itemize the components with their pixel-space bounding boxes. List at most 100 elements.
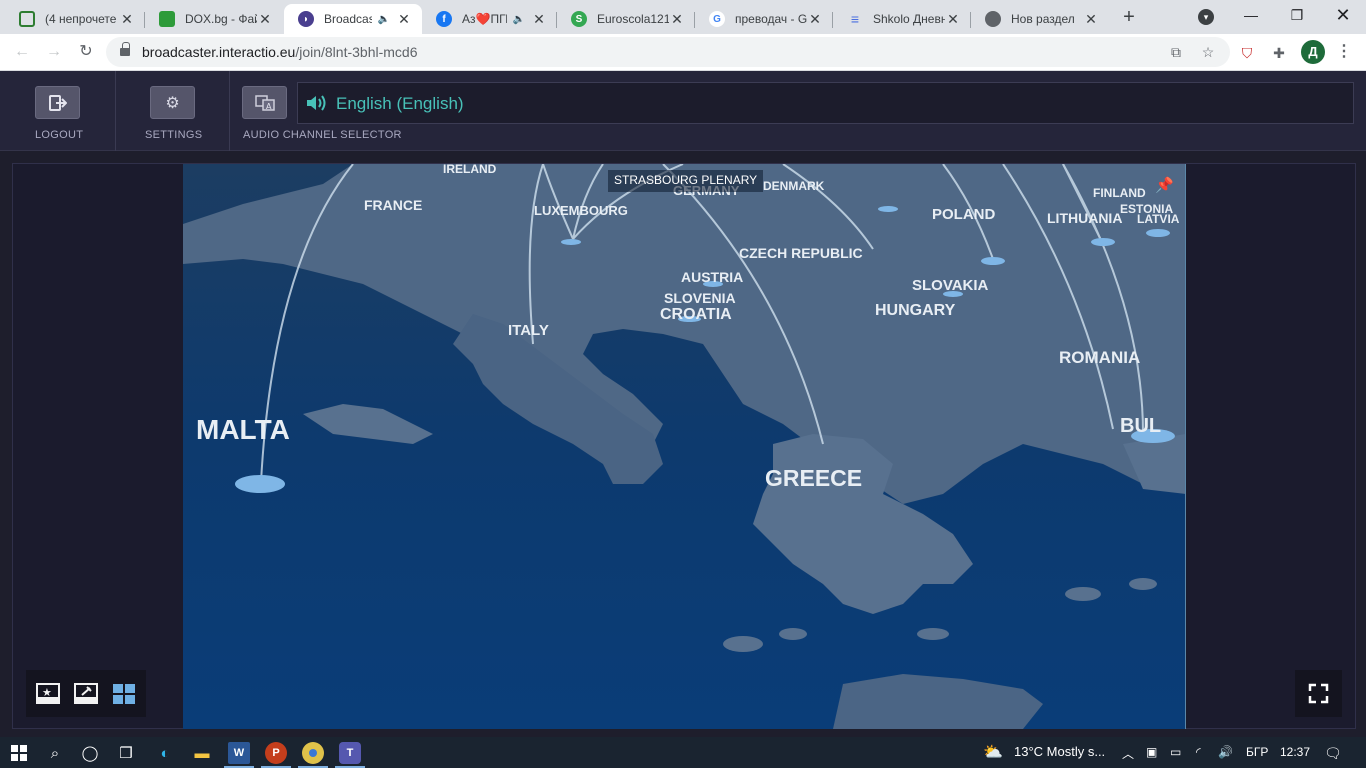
back-button[interactable]: ← [12,42,32,62]
new-tab-button[interactable]: + [1118,7,1140,29]
settings-label: SETTINGS [145,129,203,141]
map-label: FINLAND [1093,186,1146,200]
address-bar[interactable]: broadcaster.interactio.eu/join/8lnt-3bhl… [106,37,1230,67]
url-path: /join/8lnt-3bhl-mcd6 [295,44,418,60]
s-icon: S [571,11,587,27]
tab-title: Нов раздел [1011,12,1075,26]
video-stage: IRELAND FRANCE LUXEMBOURG GERMANY DENMAR… [12,163,1356,729]
map-label: CROATIA [660,306,732,323]
shkolo-icon: ≡ [850,11,860,27]
restore-button[interactable]: ❐ [1274,4,1320,28]
settings-control: ⚙ SETTINGS [116,71,230,151]
lock-icon[interactable] [120,42,130,57]
browser-tab-strip: (4 непрочете ✕ DOX.bg - Фай ✕ ◗ Broadcas… [0,0,1366,34]
input-language[interactable]: БГР [1246,745,1268,759]
channel-dropdown[interactable]: English (English) [297,82,1354,124]
close-window-button[interactable]: ✕ [1320,4,1366,28]
notifications-icon[interactable]: 🗨 [1324,745,1342,762]
browser-tab[interactable]: Нов раздел ✕ [971,4,1109,34]
weather-icon: ⛅ [983,744,1003,761]
svg-text:A: A [266,102,272,111]
tab-title: Broadcast [324,12,372,26]
powerpoint-icon[interactable]: P [265,742,287,764]
star-frame-icon: ★ [36,683,60,704]
close-icon[interactable]: ✕ [807,11,823,28]
word-icon[interactable]: W [228,742,250,764]
map-label: SLOVAKIA [912,277,989,294]
browser-menu-icon[interactable]: ⋮ [1336,42,1352,62]
search-icon[interactable]: ⌕ [44,742,66,764]
cortana-icon[interactable]: ◯ [79,742,101,764]
gear-icon: ⚙ [165,94,180,112]
logout-button[interactable] [35,86,80,119]
map-label: DENMARK [763,179,825,193]
browser-tab-active[interactable]: ◗ Broadcast 🔈 ✕ [284,4,422,34]
translate-icon: A [243,87,286,118]
network-icon[interactable]: ▣ [1146,745,1157,759]
channel-selector-button[interactable]: A [242,86,287,119]
wifi-icon[interactable]: ◜ [1196,745,1201,759]
tab-search-icon[interactable]: ▾ [1198,9,1214,25]
minimize-button[interactable]: — [1228,4,1274,28]
file-explorer-icon[interactable]: ▬ [191,742,213,764]
close-icon[interactable]: ✕ [1083,11,1099,28]
extension-shield-icon[interactable]: ⛉ [1238,44,1256,62]
chrome-icon[interactable] [302,742,324,764]
close-icon[interactable]: ✕ [119,11,135,28]
map-label: HUNGARY [875,302,956,319]
clock[interactable]: 12:37 [1280,745,1310,759]
forward-button[interactable]: → [44,42,64,62]
browser-tab[interactable]: (4 непрочете ✕ [5,4,145,34]
extensions-puzzle-icon[interactable]: ✚ [1270,44,1288,62]
browser-tab[interactable]: DOX.bg - Фай ✕ [145,4,283,34]
battery-icon[interactable]: ▭ [1170,745,1181,759]
close-icon[interactable]: ✕ [945,11,961,28]
url-host: broadcaster.interactio.eu [142,44,296,60]
home-outline-icon [19,11,35,27]
edge-icon[interactable]: ◐ [154,742,176,764]
svg-text:★: ★ [42,686,52,699]
stream-title-label: STRASBOURG PLENARY [608,170,764,192]
close-icon[interactable]: ✕ [531,11,547,28]
interactio-icon: ◗ [298,11,314,27]
task-view-icon[interactable]: ❒ [115,742,137,764]
close-icon[interactable]: ✕ [257,11,273,28]
browser-tab[interactable]: G преводач - G ✕ [695,4,833,34]
fullscreen-button[interactable] [1295,670,1342,717]
url-text[interactable]: broadcaster.interactio.eu/join/8lnt-3bhl… [142,44,418,60]
close-icon[interactable]: ✕ [669,11,685,28]
windows-start-icon[interactable] [8,742,30,764]
map-label: FRANCE [364,197,422,213]
map-label: AUSTRIA [681,269,743,285]
fullscreen-icon [1308,683,1329,704]
map-label: CZECH REPUBLIC [739,245,863,261]
speaker-icon[interactable]: 🔈 [513,14,525,25]
tab-title: DOX.bg - Фай [185,12,257,26]
volume-icon[interactable]: 🔊 [1218,745,1233,759]
reload-button[interactable]: ↻ [76,42,96,62]
teams-icon[interactable]: T [339,742,361,764]
pin-icon[interactable]: 📌 [1155,176,1174,194]
featured-layout-button[interactable]: ★ [36,683,60,704]
video-stream[interactable]: IRELAND FRANCE LUXEMBOURG GERMANY DENMAR… [183,164,1186,729]
tab-title: Euroscola121 [597,12,669,26]
facebook-icon: f [436,11,452,27]
browser-tab[interactable]: f Аз❤️ПГМ 🔈 ✕ [422,4,557,34]
map-label: SLOVENIA [664,290,736,306]
tab-title: Shkolo Дневн [873,12,945,26]
browser-tab[interactable]: ≡ Shkolo Дневн ✕ [833,4,971,34]
map-label: GREECE [765,465,862,491]
grid-layout-button[interactable] [112,683,136,704]
google-icon: G [709,11,725,27]
profile-avatar[interactable]: Д [1301,40,1325,64]
bookmark-star-icon[interactable]: ☆ [1200,44,1216,60]
translate-icon[interactable]: ⧉ [1168,44,1184,60]
browser-tab[interactable]: S Euroscola121 ✕ [557,4,695,34]
tab-title: Аз❤️ПГМ [462,12,507,26]
close-icon[interactable]: ✕ [396,11,412,28]
weather-text[interactable]: 13°C Mostly s... [1014,744,1105,759]
pinned-layout-button[interactable] [74,683,98,704]
chevron-up-icon[interactable]: ︿ [1122,745,1134,762]
speaker-icon[interactable]: 🔈 [378,14,390,25]
settings-button[interactable]: ⚙ [150,86,195,119]
